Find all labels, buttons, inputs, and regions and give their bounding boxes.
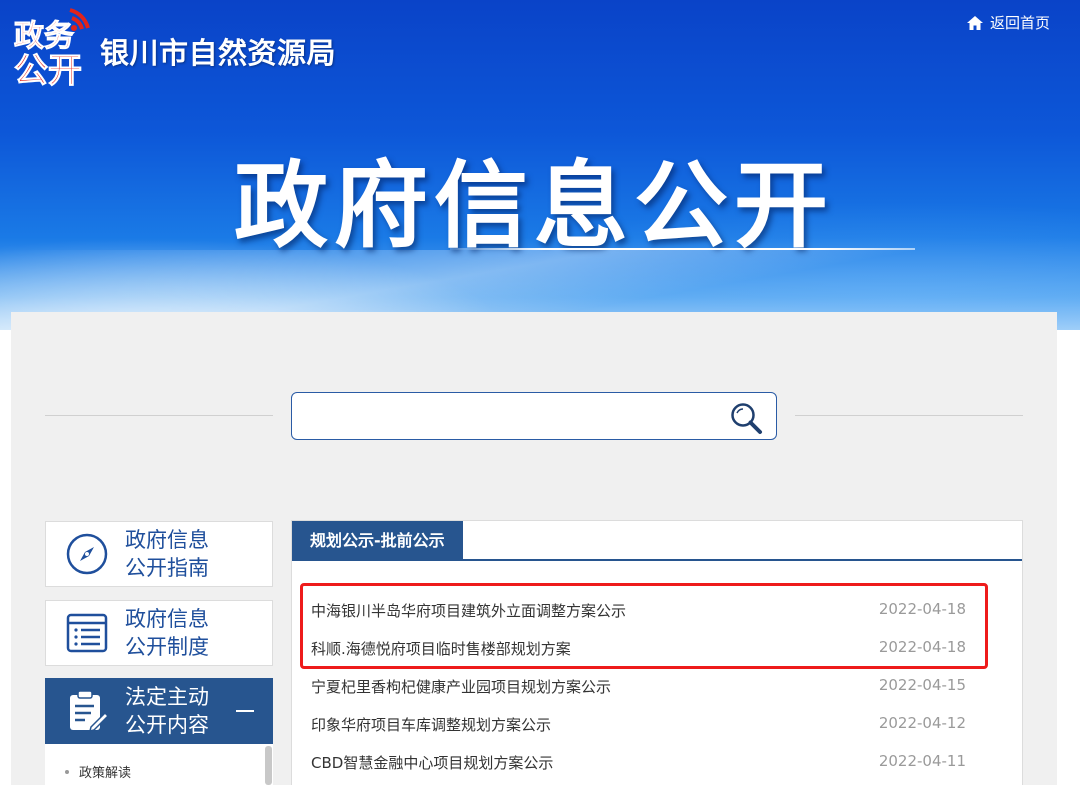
list-item[interactable]: CBD智慧金融中心项目规划方案公示 2022-04-11 [311, 752, 966, 776]
sidebar-item-guide[interactable]: 政府信息公开指南 [45, 521, 273, 587]
svg-text:政务: 政务 [14, 19, 74, 54]
list-item-date: 2022-04-12 [878, 714, 966, 732]
list-item-date: 2022-04-15 [878, 676, 966, 694]
content-header: 规划公示-批前公示 [292, 521, 1022, 561]
list-item[interactable]: 中海银川半岛华府项目建筑外立面调整方案公示 2022-04-18 [311, 600, 966, 624]
compass-icon [66, 533, 108, 575]
home-link-label: 返回首页 [989, 14, 1050, 32]
list-item[interactable]: 印象华府项目车库调整规划方案公示 2022-04-12 [311, 714, 966, 738]
clipboard-edit-icon [70, 690, 109, 733]
banner-title: 政府信息公开 [234, 152, 835, 261]
search-icon[interactable] [728, 400, 764, 436]
collapse-icon[interactable] [236, 710, 254, 712]
submenu-item-policy-interpretation[interactable]: 政策解读 [64, 762, 131, 781]
list-item-date: 2022-04-18 [878, 638, 966, 656]
search-divider-left [45, 415, 273, 416]
list-item-title[interactable]: 印象华府项目车库调整规划方案公示 [311, 714, 551, 735]
sidebar-submenu: 政策解读 [45, 744, 273, 785]
sidebar-item-system[interactable]: 政府信息公开制度 [45, 600, 273, 666]
site-name: 银川市自然资源局 [100, 36, 337, 70]
svg-text:公开: 公开 [14, 51, 82, 88]
sidebar-scrollbar[interactable] [265, 746, 272, 785]
list-item[interactable]: 科顺.海德悦府项目临时售楼部规划方案 2022-04-18 [311, 638, 966, 662]
title-underline [450, 248, 915, 250]
home-link[interactable]: 返回首页 [966, 12, 1050, 33]
sidebar-item-mandatory-disclosure[interactable]: 法定主动公开内容 [45, 678, 273, 744]
search-divider-right [795, 415, 1023, 416]
gov-affairs-logo[interactable]: 政务 公开 [10, 6, 92, 88]
list-item-title[interactable]: 中海银川半岛华府项目建筑外立面调整方案公示 [311, 600, 626, 621]
search-input[interactable] [291, 392, 777, 440]
sidebar-item-label: 法定主动公开内容 [125, 685, 209, 737]
list-item-date: 2022-04-11 [878, 752, 966, 770]
sidebar-item-label: 政府信息公开指南 [125, 528, 209, 580]
list-item[interactable]: 宁夏杞里香枸杞健康产业园项目规划方案公示 2022-04-15 [311, 676, 966, 700]
list-item-date: 2022-04-18 [878, 600, 966, 618]
list-item-title[interactable]: 宁夏杞里香枸杞健康产业园项目规划方案公示 [311, 676, 611, 697]
tab-planning-publicity[interactable]: 规划公示-批前公示 [292, 521, 463, 561]
list-item-title[interactable]: CBD智慧金融中心项目规划方案公示 [311, 752, 553, 773]
home-icon [966, 15, 983, 30]
content-panel: 规划公示-批前公示 中海银川半岛华府项目建筑外立面调整方案公示 2022-04-… [291, 520, 1023, 785]
header-banner: 政务 公开 银川市自然资源局 返回首页 政府信息公开 [0, 0, 1080, 330]
sidebar-item-label: 政府信息公开制度 [125, 607, 209, 659]
list-item-title[interactable]: 科顺.海德悦府项目临时售楼部规划方案 [311, 638, 571, 659]
list-icon [66, 613, 108, 653]
